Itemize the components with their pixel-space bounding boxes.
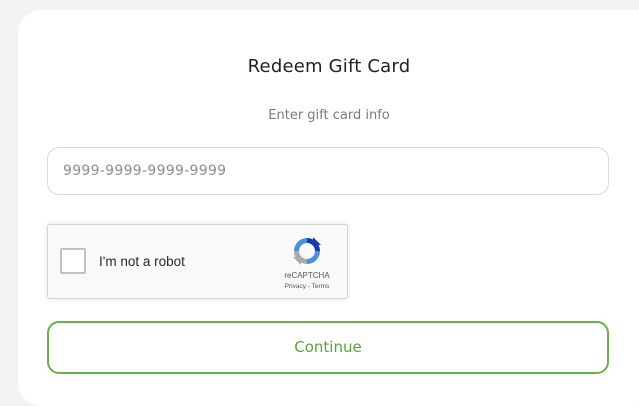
- dialog-subtitle: Enter gift card info: [268, 108, 390, 123]
- recaptcha-links: Privacy - Terms: [268, 283, 346, 290]
- recaptcha-label: I'm not a robot: [99, 254, 185, 269]
- dialog-title: Redeem Gift Card: [247, 56, 411, 77]
- recaptcha-privacy-link[interactable]: Privacy: [285, 283, 306, 290]
- recaptcha-widget: I'm not a robot reCAPTCHA Privacy - Term…: [47, 224, 348, 299]
- recaptcha-brand: reCAPTCHA: [284, 271, 330, 280]
- recaptcha-logo-icon: [293, 237, 321, 265]
- recaptcha-terms-link[interactable]: Terms: [312, 283, 330, 290]
- gift-card-number-input[interactable]: [47, 147, 609, 195]
- continue-button[interactable]: Continue: [47, 321, 609, 374]
- recaptcha-checkbox[interactable]: [60, 248, 86, 274]
